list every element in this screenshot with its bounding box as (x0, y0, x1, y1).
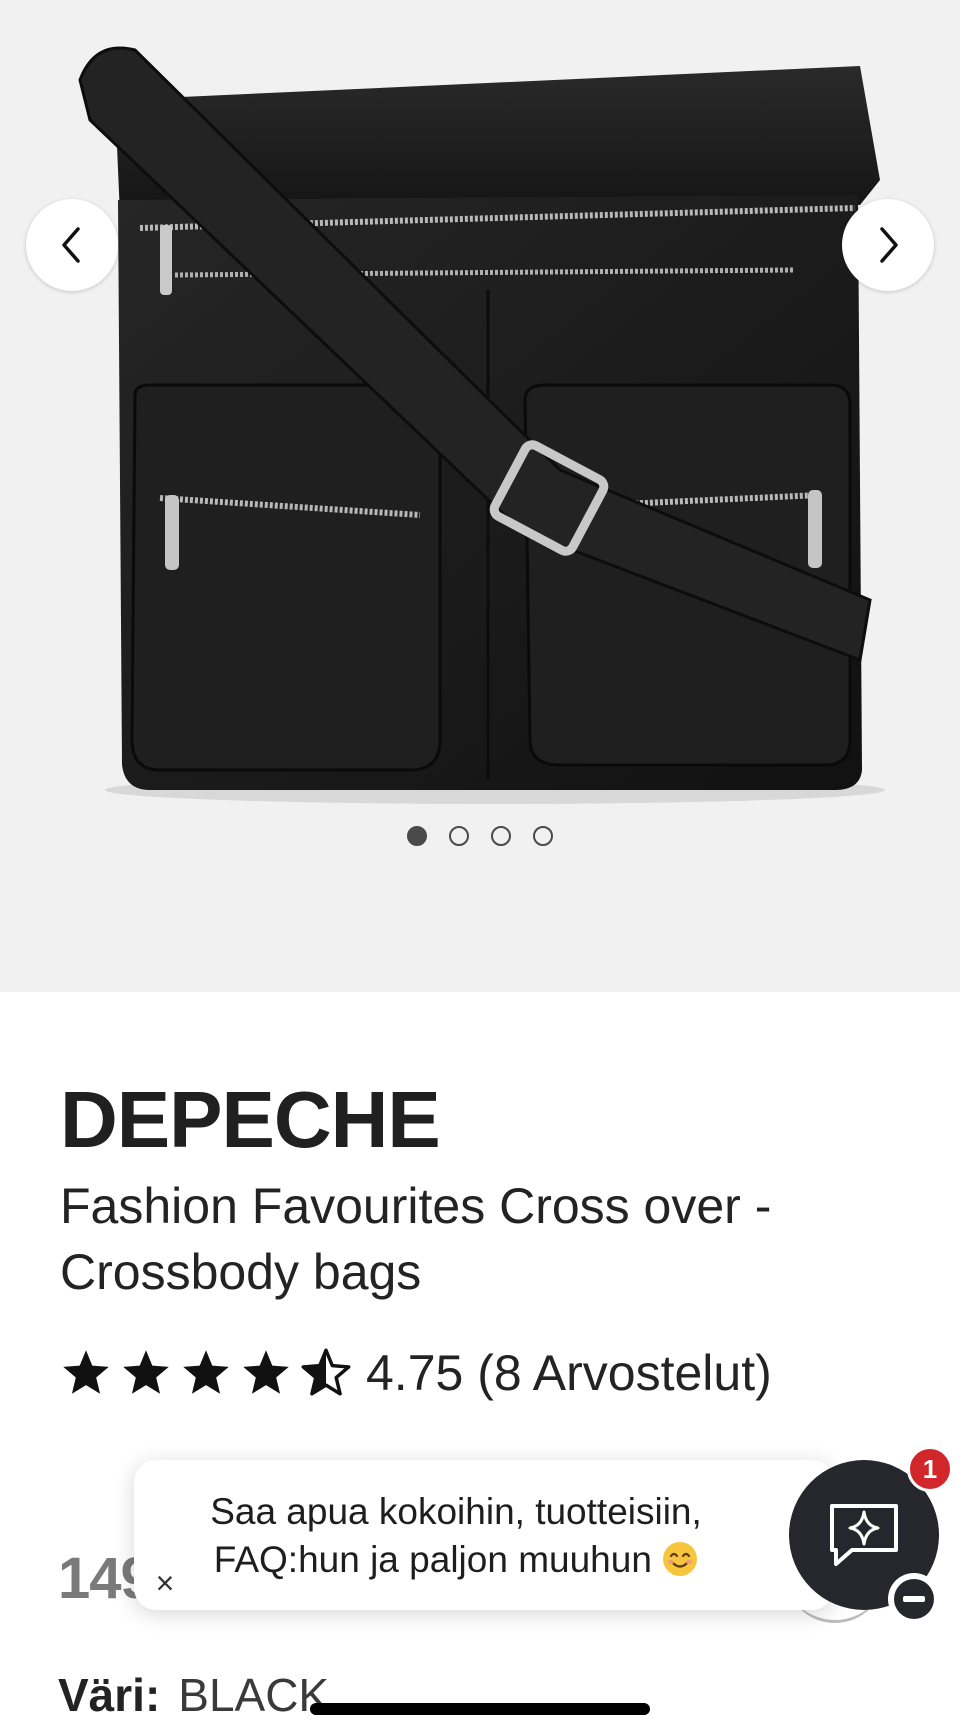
notification-badge: 1 (907, 1446, 953, 1492)
gallery-dot-3[interactable] (491, 826, 511, 846)
smiling-face-emoji-icon (663, 1542, 698, 1576)
chevron-left-icon (62, 227, 80, 263)
color-value: BLACK (178, 1669, 330, 1721)
gallery-dot-1[interactable] (407, 826, 427, 846)
chat-prompt-bubble[interactable]: × Saa apua kokoihin, tuotteisiin, FAQ:hu… (134, 1460, 834, 1610)
color-selector[interactable]: Väri: BLACK (58, 1668, 329, 1728)
star-full-icon (123, 1350, 169, 1394)
rating-stars (60, 1347, 352, 1399)
product-title: Fashion Favourites Cross over - Crossbod… (60, 1178, 772, 1300)
sparkle-chat-icon (830, 1504, 898, 1566)
chat-prompt-message: Saa apua kokoihin, tuotteisiin, FAQ:hun … (210, 1491, 702, 1580)
star-full-icon (63, 1350, 109, 1394)
chat-minimize-button[interactable] (888, 1573, 940, 1625)
star-full-icon (243, 1350, 289, 1394)
product-rating[interactable]: 4.75 (8 Arvostelut) (60, 1340, 772, 1406)
chat-prompt-text: Saa apua kokoihin, tuotteisiin, FAQ:hun … (196, 1488, 716, 1584)
product-gallery (0, 0, 960, 992)
gallery-pagination (0, 826, 960, 846)
star-full-icon (183, 1350, 229, 1394)
gallery-dot-2[interactable] (449, 826, 469, 846)
chevron-right-icon (880, 227, 898, 263)
brand-name[interactable]: DEPECHE (60, 1075, 441, 1165)
rating-summary: 4.75 (8 Arvostelut) (366, 1345, 772, 1401)
gallery-next-button[interactable] (842, 199, 934, 291)
gallery-dot-4[interactable] (533, 826, 553, 846)
gallery-prev-button[interactable] (26, 199, 118, 291)
color-label: Väri: (58, 1669, 161, 1721)
home-indicator (310, 1703, 650, 1715)
close-icon[interactable]: × (150, 1567, 180, 1599)
minus-icon (894, 1579, 934, 1619)
star-half-icon (301, 1348, 351, 1396)
